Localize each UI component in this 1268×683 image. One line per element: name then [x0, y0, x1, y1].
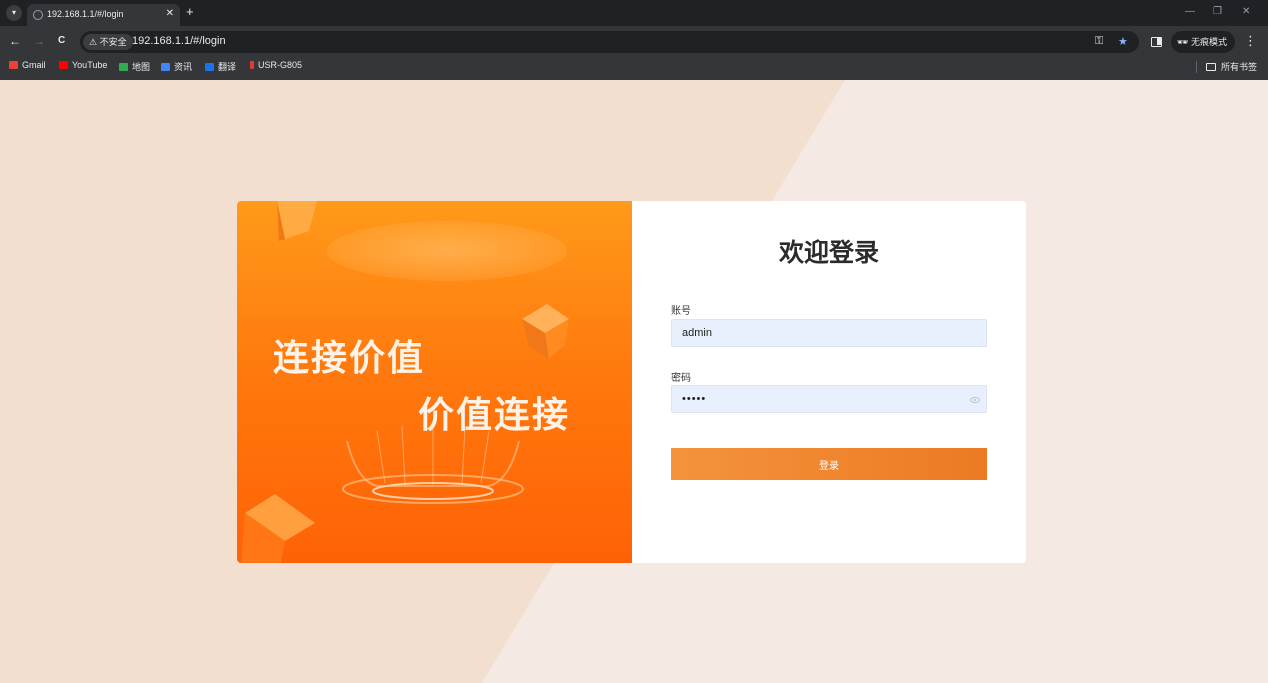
bookmark-gmail[interactable]: Gmail — [9, 60, 46, 70]
bookmark-translate[interactable]: 翻译 — [205, 60, 236, 73]
bookmark-youtube[interactable]: YouTube — [59, 60, 107, 70]
minimize-icon[interactable]: — — [1185, 6, 1195, 17]
address-bar[interactable]: ⚠ 不安全 192.168.1.1/#/login ⚿ ★ — [80, 31, 1139, 53]
globe-icon — [33, 10, 43, 20]
bookmark-star-icon[interactable]: ★ — [1118, 35, 1128, 48]
url-text[interactable]: 192.168.1.1/#/login — [132, 35, 226, 47]
restore-icon[interactable]: ❐ — [1213, 6, 1222, 17]
browser-chrome: ▾ 192.168.1.1/#/login ✕ + — ❐ ✕ ← → C ⚠ … — [0, 0, 1268, 80]
password-key-icon[interactable]: ⚿ — [1095, 35, 1103, 48]
bookmark-news[interactable]: 资讯 — [161, 60, 192, 73]
folder-icon — [1206, 62, 1216, 71]
bookmarks-bar: Gmail YouTube 地图 资讯 翻译 USR-G805 所有书签 — [0, 58, 1268, 76]
back-icon[interactable]: ← — [9, 34, 21, 48]
gmail-icon — [9, 61, 18, 69]
bookmark-usr-g805[interactable]: USR-G805 — [250, 60, 302, 70]
reload-icon[interactable]: C — [58, 35, 65, 46]
translate-icon — [205, 62, 214, 71]
usr-icon — [250, 61, 254, 69]
login-button[interactable]: 登录 — [671, 448, 987, 480]
security-status-chip[interactable]: ⚠ 不安全 — [83, 34, 133, 50]
login-card: 连接价值 价值连接 欢迎登录 账号 密码 登录 — [237, 201, 1026, 563]
password-input[interactable] — [671, 385, 987, 413]
promo-slogan-line1: 连接价值 — [273, 338, 426, 379]
all-bookmarks-button[interactable]: 所有书签 — [1206, 60, 1257, 73]
login-page: 连接价值 价值连接 欢迎登录 账号 密码 登录 — [0, 80, 1268, 683]
browser-toolbar: ← → C ⚠ 不安全 192.168.1.1/#/login ⚿ ★ 🕶 无痕… — [0, 30, 1268, 54]
tab-strip: ▾ 192.168.1.1/#/login ✕ + — ❐ ✕ — [0, 0, 1268, 26]
account-label: 账号 — [671, 306, 691, 317]
promo-banner: 连接价值 价值连接 — [237, 201, 632, 563]
tab-close-icon[interactable]: ✕ — [166, 8, 174, 19]
browser-tab[interactable]: 192.168.1.1/#/login ✕ — [27, 4, 180, 26]
new-tab-button[interactable]: + — [186, 4, 194, 19]
account-input[interactable] — [671, 319, 987, 347]
bookmarks-divider — [1196, 61, 1197, 73]
incognito-chip[interactable]: 🕶 无痕模式 — [1171, 31, 1235, 53]
incognito-label: 无痕模式 — [1190, 37, 1227, 47]
tab-search-icon[interactable]: ▾ — [6, 5, 22, 21]
news-icon — [161, 62, 170, 71]
window-close-icon[interactable]: ✕ — [1242, 6, 1250, 17]
promo-slogan-line2: 价值连接 — [418, 395, 571, 436]
youtube-icon — [59, 61, 68, 69]
side-panel-icon[interactable] — [1151, 37, 1162, 47]
show-password-eye-icon[interactable] — [970, 397, 980, 403]
browser-menu-icon[interactable]: ⋮ — [1244, 33, 1257, 49]
forward-icon[interactable]: → — [33, 34, 45, 48]
password-label: 密码 — [671, 373, 691, 384]
tab-title: 192.168.1.1/#/login — [47, 9, 124, 19]
promo-illustration — [241, 201, 569, 563]
login-form: 欢迎登录 账号 密码 登录 — [632, 201, 1026, 563]
maps-icon — [119, 62, 128, 71]
bookmark-maps[interactable]: 地图 — [119, 60, 150, 73]
incognito-icon: 🕶 — [1177, 37, 1191, 47]
form-title: 欢迎登录 — [778, 238, 879, 267]
